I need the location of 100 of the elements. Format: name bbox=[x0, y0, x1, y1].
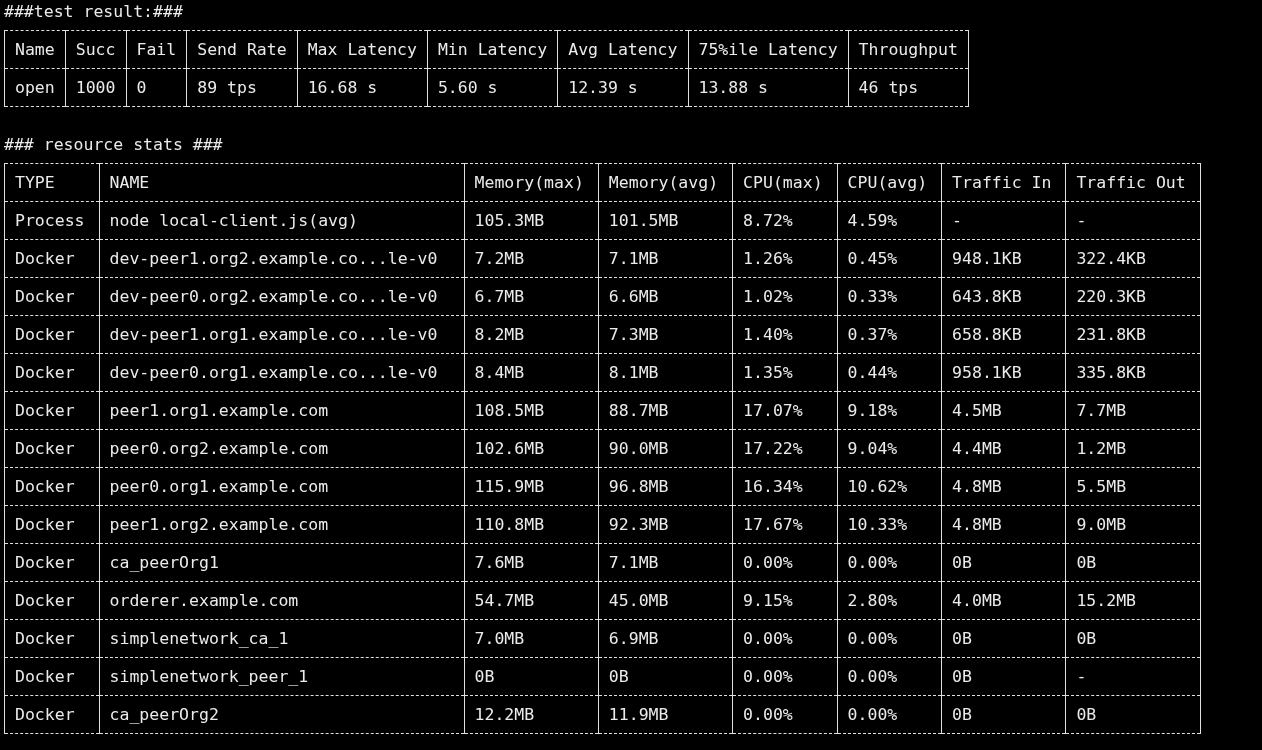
table-cell: 12.39 s bbox=[557, 68, 688, 107]
column-header: Fail bbox=[126, 30, 187, 69]
table-cell: ca_peerOrg1 bbox=[99, 543, 465, 582]
column-header: TYPE bbox=[4, 163, 100, 202]
table-cell: 322.4KB bbox=[1065, 239, 1201, 278]
table-cell: 15.2MB bbox=[1065, 581, 1201, 620]
table-cell: 90.0MB bbox=[598, 429, 733, 468]
table-cell: Docker bbox=[4, 505, 100, 544]
section-heading: ###test result:### bbox=[4, 2, 183, 21]
table-cell: 643.8KB bbox=[941, 277, 1066, 316]
column-header: Succ bbox=[65, 30, 126, 69]
column-header: Avg Latency bbox=[557, 30, 688, 69]
table-cell: 9.04% bbox=[837, 429, 942, 468]
table-cell: Docker bbox=[4, 581, 100, 620]
table-cell: 0.00% bbox=[837, 543, 942, 582]
table-cell: Process bbox=[4, 201, 100, 240]
table-cell: 7.1MB bbox=[598, 239, 733, 278]
table-cell: Docker bbox=[4, 315, 100, 354]
table-cell: 4.5MB bbox=[941, 391, 1066, 430]
table-cell: 89 tps bbox=[186, 68, 298, 107]
table-cell: simplenetwork_peer_1 bbox=[99, 657, 465, 696]
table-cell: peer0.org2.example.com bbox=[99, 429, 465, 468]
table-cell: Docker bbox=[4, 657, 100, 696]
table-cell: 0.00% bbox=[837, 695, 942, 734]
table-cell: dev-peer0.org2.example.co...le-v0 bbox=[99, 277, 465, 316]
table-cell: 7.3MB bbox=[598, 315, 733, 354]
table-cell: 1.02% bbox=[732, 277, 838, 316]
table-cell: 16.68 s bbox=[297, 68, 428, 107]
section-heading: ### resource stats ### bbox=[4, 135, 223, 154]
table-cell: 9.0MB bbox=[1065, 505, 1201, 544]
column-header: Max Latency bbox=[297, 30, 428, 69]
table-cell: 0B bbox=[1065, 543, 1201, 582]
table-cell: 0.33% bbox=[837, 277, 942, 316]
table-cell: dev-peer1.org2.example.co...le-v0 bbox=[99, 239, 465, 278]
table-cell: - bbox=[1065, 657, 1201, 696]
table-cell: 5.60 s bbox=[427, 68, 558, 107]
table-cell: 88.7MB bbox=[598, 391, 733, 430]
table-cell: Docker bbox=[4, 619, 100, 658]
table-cell: 0.00% bbox=[837, 619, 942, 658]
table-cell: Docker bbox=[4, 277, 100, 316]
table-cell: 0.00% bbox=[837, 657, 942, 696]
table-cell: peer1.org2.example.com bbox=[99, 505, 465, 544]
table-cell: 108.5MB bbox=[464, 391, 599, 430]
table-cell: Docker bbox=[4, 391, 100, 430]
column-header: Memory(avg) bbox=[598, 163, 733, 202]
table-cell: dev-peer0.org1.example.co...le-v0 bbox=[99, 353, 465, 392]
table-cell: 1.26% bbox=[732, 239, 838, 278]
table-cell: peer0.org1.example.com bbox=[99, 467, 465, 506]
table-cell: 0B bbox=[598, 657, 733, 696]
table-cell: dev-peer1.org1.example.co...le-v0 bbox=[99, 315, 465, 354]
table-cell: 0B bbox=[941, 543, 1066, 582]
table-cell: 5.5MB bbox=[1065, 467, 1201, 506]
table-cell: 16.34% bbox=[732, 467, 838, 506]
column-header: Throughput bbox=[848, 30, 969, 69]
table-cell: 1000 bbox=[65, 68, 126, 107]
table-cell: 17.67% bbox=[732, 505, 838, 544]
table-cell: 12.2MB bbox=[464, 695, 599, 734]
table-cell: Docker bbox=[4, 429, 100, 468]
table-cell: 11.9MB bbox=[598, 695, 733, 734]
table-cell: 0B bbox=[941, 695, 1066, 734]
table-cell: 8.1MB bbox=[598, 353, 733, 392]
table-cell: 6.6MB bbox=[598, 277, 733, 316]
table-cell: 10.62% bbox=[837, 467, 942, 506]
table-cell: 4.4MB bbox=[941, 429, 1066, 468]
table-cell: 101.5MB bbox=[598, 201, 733, 240]
table-cell: 110.8MB bbox=[464, 505, 599, 544]
table-cell: 4.8MB bbox=[941, 505, 1066, 544]
table-cell: orderer.example.com bbox=[99, 581, 465, 620]
table-cell: 0.00% bbox=[732, 695, 838, 734]
table-cell: 0.00% bbox=[732, 619, 838, 658]
table-cell: 0B bbox=[1065, 695, 1201, 734]
table-cell: 0 bbox=[126, 68, 187, 107]
table-cell: 7.7MB bbox=[1065, 391, 1201, 430]
column-header: Traffic Out bbox=[1065, 163, 1201, 202]
table-cell: 0.00% bbox=[732, 657, 838, 696]
table-cell: 658.8KB bbox=[941, 315, 1066, 354]
column-header: Name bbox=[4, 30, 66, 69]
table-cell: 0B bbox=[464, 657, 599, 696]
table-cell: 45.0MB bbox=[598, 581, 733, 620]
column-header: Min Latency bbox=[427, 30, 558, 69]
column-header: Send Rate bbox=[186, 30, 298, 69]
table-cell: 92.3MB bbox=[598, 505, 733, 544]
table-cell: 10.33% bbox=[837, 505, 942, 544]
table-cell: 1.40% bbox=[732, 315, 838, 354]
table-cell: 4.8MB bbox=[941, 467, 1066, 506]
table-cell: 0.45% bbox=[837, 239, 942, 278]
table-cell: 13.88 s bbox=[688, 68, 849, 107]
table-cell: 948.1KB bbox=[941, 239, 1066, 278]
table-cell: 6.9MB bbox=[598, 619, 733, 658]
table-cell: 6.7MB bbox=[464, 277, 599, 316]
table-cell: 231.8KB bbox=[1065, 315, 1201, 354]
column-header: NAME bbox=[99, 163, 465, 202]
table-cell: 0B bbox=[1065, 619, 1201, 658]
table-cell: 9.15% bbox=[732, 581, 838, 620]
table-cell: 7.0MB bbox=[464, 619, 599, 658]
column-header: Memory(max) bbox=[464, 163, 599, 202]
table-cell: 0.37% bbox=[837, 315, 942, 354]
table-cell: 1.35% bbox=[732, 353, 838, 392]
table-cell: Docker bbox=[4, 467, 100, 506]
table-cell: 958.1KB bbox=[941, 353, 1066, 392]
